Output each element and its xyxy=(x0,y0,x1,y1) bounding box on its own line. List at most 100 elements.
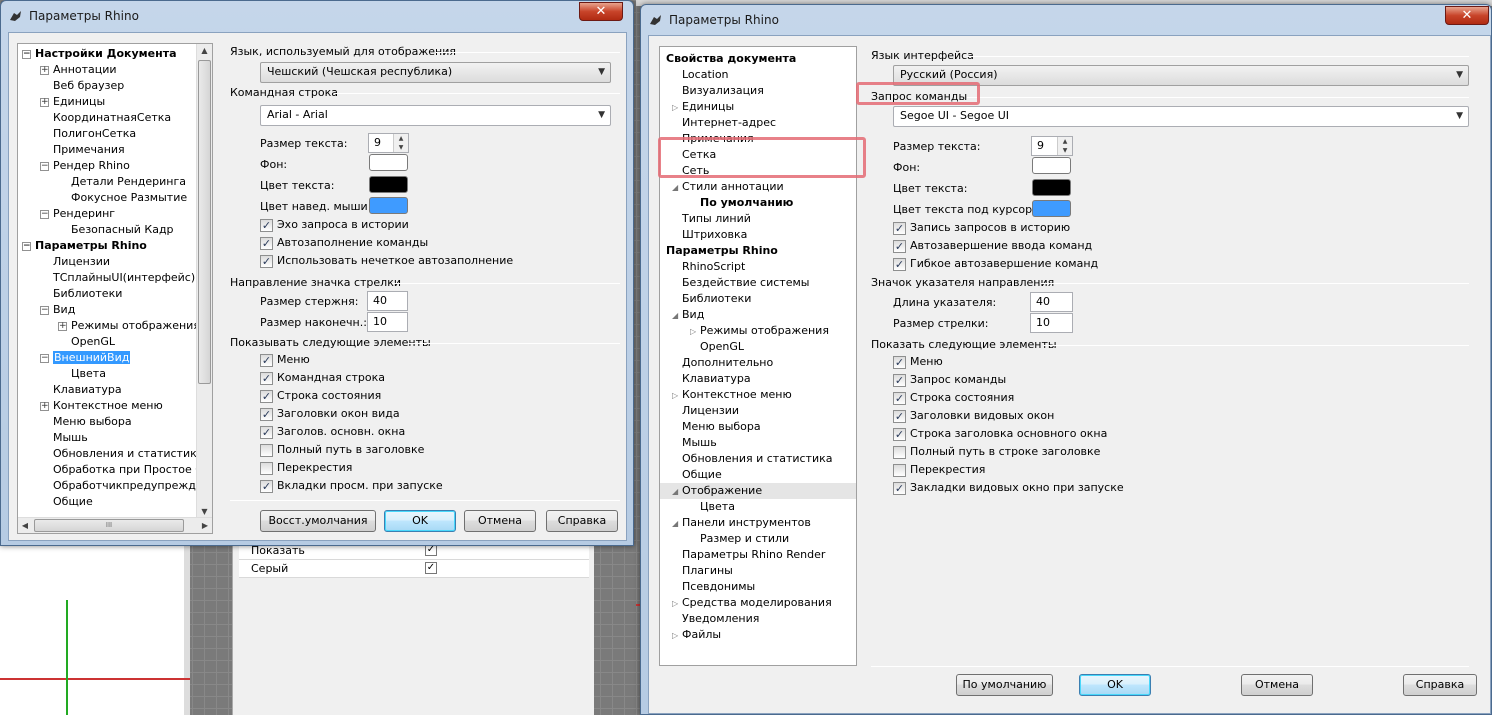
property-row[interactable]: Серый ✓ xyxy=(239,560,589,578)
checkbox-перекрестия[interactable]: Перекрестия xyxy=(893,463,985,479)
tree-item-обработка-при-простое-с[interactable]: Обработка при Простое С xyxy=(53,462,203,478)
tree-item-мышь[interactable]: Мышь xyxy=(53,430,88,446)
tree-item-координатнаясетка[interactable]: КоординатнаяСетка xyxy=(53,110,171,126)
tree-horizontal-scrollbar[interactable]: ◀ III ▶ xyxy=(18,517,212,533)
language-dropdown[interactable]: Чешский (Чешская республика) ▼ xyxy=(260,62,611,83)
checkbox-закладки-видовых-окно-при-запуске[interactable]: ✓ Закладки видовых окно при запуске xyxy=(893,481,1124,497)
options-tree[interactable]: − Настройки Документа + Аннотации Веб браузе… xyxy=(17,43,213,534)
tree-item-примечания[interactable]: Примечания xyxy=(53,142,125,158)
scroll-thumb[interactable] xyxy=(198,60,211,384)
collapse-icon[interactable]: − xyxy=(40,305,49,315)
tree-item-стили-аннотации[interactable]: ◢ Стили аннотации xyxy=(672,179,784,195)
scroll-thumb-horizontal[interactable]: III xyxy=(34,519,184,532)
tree-item-меню-выбора[interactable]: Меню выбора xyxy=(672,419,761,435)
checkmark-icon[interactable]: ✓ xyxy=(260,479,273,493)
collapse-icon[interactable]: − xyxy=(40,161,49,171)
collapse-arrow-icon[interactable]: ◢ xyxy=(672,484,682,500)
checkbox-запись-запросов-в-историю[interactable]: ✓ Запись запросов в историю xyxy=(893,221,1070,237)
checkbox-гибкое-автозавершение-команд[interactable]: ✓ Гибкое автозавершение команд xyxy=(893,257,1098,273)
collapse-icon[interactable]: − xyxy=(40,353,49,363)
checkmark-icon[interactable]: ✓ xyxy=(893,481,906,495)
tree-item-общие[interactable]: Общие xyxy=(672,467,722,483)
close-button[interactable]: ✕ xyxy=(579,2,623,21)
scroll-right-icon[interactable]: ▶ xyxy=(198,521,212,530)
checkbox-заголовки-окон-вида[interactable]: ✓ Заголовки окон вида xyxy=(260,407,400,423)
tree-item-псевдонимы[interactable]: Псевдонимы xyxy=(672,579,755,595)
tree-item-цвета[interactable]: Цвета xyxy=(71,366,106,382)
font-dropdown[interactable]: Segoe UI - Segoe UI ▼ xyxy=(893,106,1469,127)
checkbox-empty[interactable] xyxy=(260,461,273,475)
tree-item-rhinoscript[interactable]: RhinoScript xyxy=(672,259,745,275)
tree-item-веб-браузер[interactable]: Веб браузер xyxy=(53,78,124,94)
checkmark-icon[interactable]: ✓ xyxy=(893,221,906,235)
text-size-stepper[interactable]: 9 ▲ ▼ xyxy=(1031,136,1073,156)
tree-item-обработчикпредупрежден[interactable]: Обработчикпредупрежден xyxy=(53,478,210,494)
cancel-button[interactable]: Отмена xyxy=(1241,674,1313,696)
checkbox-автозавершение-ввода-команд[interactable]: ✓ Автозавершение ввода команд xyxy=(893,239,1092,255)
checkbox-строка-состояния[interactable]: ✓ Строка состояния xyxy=(260,389,381,405)
tree-item-клавиатура[interactable]: Клавиатура xyxy=(53,382,122,398)
tree-item-типы-линий[interactable]: Типы линий xyxy=(672,211,751,227)
text-size-stepper[interactable]: 9 ▲ ▼ xyxy=(368,133,409,153)
hover-color-swatch[interactable] xyxy=(369,197,408,214)
tree-item-opengl[interactable]: OpenGL xyxy=(690,339,744,355)
arrow-size-input[interactable]: 10 xyxy=(1030,313,1073,333)
font-dropdown[interactable]: Arial - Arial ▼ xyxy=(260,105,611,126)
tree-item-единицы[interactable]: ▷ Единицы xyxy=(672,99,734,115)
checkmark-icon[interactable]: ✓ xyxy=(893,427,906,441)
help-button[interactable]: Справка xyxy=(546,510,618,532)
checkbox-использовать-нечеткое-автозаполнение[interactable]: ✓ Использовать нечеткое автозаполнение xyxy=(260,254,513,270)
spin-down-icon[interactable]: ▼ xyxy=(1058,146,1072,155)
scroll-up-icon[interactable]: ▲ xyxy=(197,46,212,55)
tree-item-дополнительно[interactable]: Дополнительно xyxy=(672,355,773,371)
tree-item-цвета[interactable]: Цвета xyxy=(690,499,735,515)
checkbox-вкладки-просм-при-запуске[interactable]: ✓ Вкладки просм. при запуске xyxy=(260,479,443,495)
tree-item-по-умолчанию[interactable]: По умолчанию xyxy=(690,195,793,211)
checkbox-меню[interactable]: ✓ Меню xyxy=(893,355,943,371)
tree-item-меню-выбора[interactable]: Меню выбора xyxy=(53,414,132,430)
checkbox-empty[interactable] xyxy=(893,445,906,459)
checkmark-icon[interactable]: ✓ xyxy=(260,407,273,421)
expand-icon[interactable]: + xyxy=(40,65,49,75)
title-bar[interactable]: Параметры Rhino xyxy=(641,5,1491,35)
tree-item-клавиатура[interactable]: Клавиатура xyxy=(672,371,751,387)
ok-button[interactable]: OK xyxy=(1079,674,1151,696)
tree-item-мышь[interactable]: Мышь xyxy=(672,435,717,451)
title-bar[interactable]: Параметры Rhino xyxy=(1,1,633,31)
checkmark-icon[interactable]: ✓ xyxy=(260,353,273,367)
expand-icon[interactable]: + xyxy=(40,401,49,411)
checkbox-запрос-команды[interactable]: ✓ Запрос команды xyxy=(893,373,1006,389)
scroll-down-icon[interactable]: ▼ xyxy=(197,507,212,516)
tree-item-файлы[interactable]: ▷ Файлы xyxy=(672,627,721,643)
collapse-arrow-icon[interactable]: ◢ xyxy=(672,180,682,196)
close-button[interactable]: ✕ xyxy=(1445,6,1489,25)
tree-item-библиотеки[interactable]: Библиотеки xyxy=(53,286,122,302)
tree-item-контекстное-меню[interactable]: + Контекстное меню xyxy=(40,398,163,414)
tree-item-обновления-и-статистика[interactable]: Обновления и статистика xyxy=(672,451,833,467)
help-button[interactable]: Справка xyxy=(1403,674,1477,696)
collapse-icon[interactable]: − xyxy=(22,241,31,251)
tree-item-параметры-rhino-render[interactable]: Параметры Rhino Render xyxy=(672,547,825,563)
checkbox-полный-путь-в-заголовке[interactable]: Полный путь в заголовке xyxy=(260,443,424,459)
restore-defaults-button[interactable]: Восст.умолчания xyxy=(260,510,376,532)
tree-item-библиотеки[interactable]: Библиотеки xyxy=(672,291,751,307)
tree-item-параметры-rhino[interactable]: − Параметры Rhino xyxy=(22,238,147,254)
checkbox-меню[interactable]: ✓ Меню xyxy=(260,353,310,369)
tree-item-настройки-документа[interactable]: − Настройки Документа xyxy=(22,46,177,62)
checkmark-icon[interactable]: ✓ xyxy=(893,409,906,423)
expand-arrow-icon[interactable]: ▷ xyxy=(690,324,700,340)
tree-item-рендеринг[interactable]: − Рендеринг xyxy=(40,206,115,222)
tree-item-бездействие-системы[interactable]: Бездействие системы xyxy=(672,275,809,291)
checkbox-заголовки-видовых-окон[interactable]: ✓ Заголовки видовых окон xyxy=(893,409,1054,425)
checkbox-командная-строка[interactable]: ✓ Командная строка xyxy=(260,371,385,387)
checkmark-icon[interactable]: ✓ xyxy=(260,218,273,232)
checkbox-строка-состояния[interactable]: ✓ Строка состояния xyxy=(893,391,1014,407)
tree-vertical-scrollbar[interactable]: ▲ ▼ xyxy=(196,44,212,518)
collapse-icon[interactable]: − xyxy=(40,209,49,219)
tree-item-средства-моделирования[interactable]: ▷ Средства моделирования xyxy=(672,595,832,611)
defaults-button[interactable]: По умолчанию xyxy=(956,674,1053,696)
tree-item-opengl[interactable]: OpenGL xyxy=(71,334,115,350)
pointer-length-input[interactable]: 40 xyxy=(1030,292,1073,312)
scroll-left-icon[interactable]: ◀ xyxy=(18,521,32,530)
tree-item-location[interactable]: Location xyxy=(672,67,729,83)
